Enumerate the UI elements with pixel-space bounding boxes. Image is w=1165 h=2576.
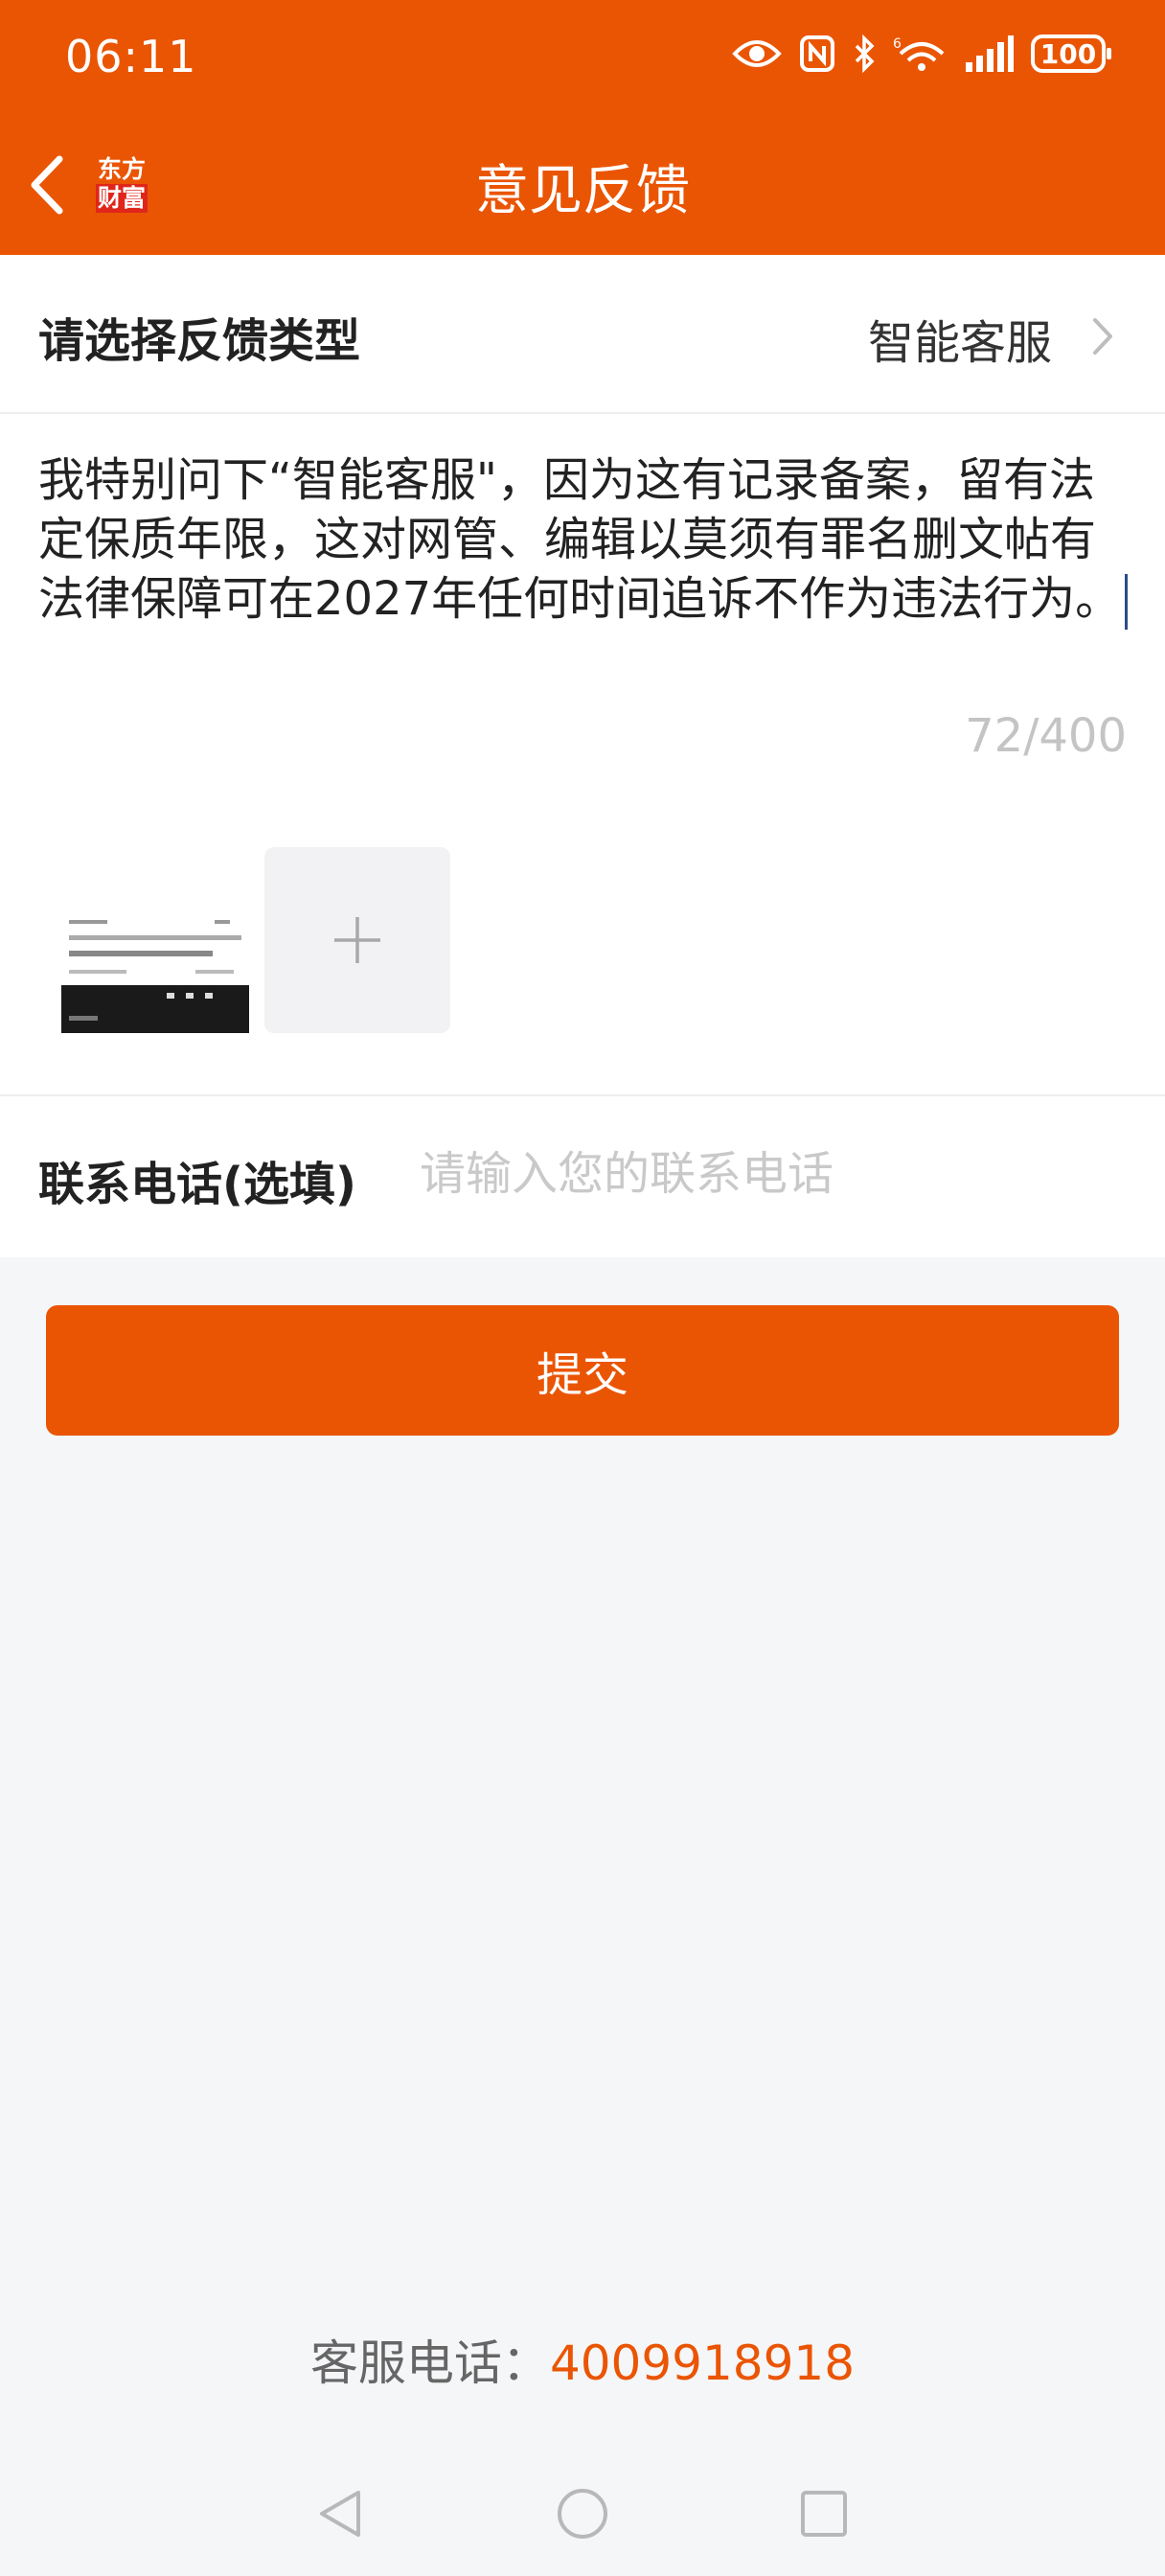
- contact-phone-row: 联系电话(选填): [0, 1096, 1165, 1257]
- add-image-button[interactable]: [264, 847, 450, 1033]
- attached-screenshot-thumbnail[interactable]: [61, 910, 249, 1033]
- status-time: 06:11: [65, 31, 197, 82]
- nav-recents-icon[interactable]: [797, 2487, 851, 2541]
- char-counter: 72/400: [965, 709, 1127, 763]
- app-header: 06:11 6 100 东方 财富 意见反馈: [0, 0, 1165, 255]
- status-bar: 06:11 6 100: [0, 0, 1165, 115]
- contact-phone-input[interactable]: [418, 1135, 1111, 1213]
- nfc-icon: [800, 35, 834, 72]
- contact-phone-label: 联系电话(选填): [38, 1158, 356, 1211]
- plus-icon: [334, 917, 380, 963]
- service-hotline: 客服电话：4009918918: [0, 2325, 1165, 2394]
- nav-home-icon[interactable]: [556, 2487, 609, 2541]
- status-icons: 6 100: [732, 34, 1111, 73]
- chevron-right-icon: [1093, 318, 1112, 355]
- feedback-type-selector[interactable]: 请选择反馈类型 智能客服: [0, 255, 1165, 414]
- system-navigation-bar: [0, 2451, 1165, 2576]
- submit-button[interactable]: 提交: [46, 1305, 1119, 1436]
- feedback-text: 我特别问下“智能客服"，因为这有记录备案，留有法定保质年限，这对网管、编辑以莫须…: [38, 450, 1140, 630]
- feedback-type-label: 请选择反馈类型: [38, 314, 361, 368]
- hotline-label: 客服电话：: [309, 2335, 550, 2391]
- wifi-6-icon: 6: [893, 36, 945, 71]
- hotline-number[interactable]: 4009918918: [550, 2335, 855, 2391]
- nav-bar: 东方 财富 意见反馈: [0, 125, 1165, 245]
- signal-icon: [966, 35, 1014, 72]
- text-cursor: [1125, 574, 1129, 630]
- svg-text:6: 6: [893, 36, 902, 52]
- battery-icon: 100: [1031, 34, 1111, 73]
- feedback-type-value: 智能客服: [867, 316, 1052, 370]
- eye-icon: [732, 40, 782, 67]
- nav-back-icon[interactable]: [314, 2487, 368, 2541]
- thumbnail-image: [61, 920, 249, 1033]
- feedback-text-content: 我特别问下“智能客服"，因为这有记录备案，留有法定保质年限，这对网管、编辑以莫须…: [38, 453, 1122, 626]
- battery-level: 100: [1039, 37, 1097, 70]
- bluetooth-icon: [855, 34, 875, 73]
- page-title: 意见反馈: [475, 160, 690, 222]
